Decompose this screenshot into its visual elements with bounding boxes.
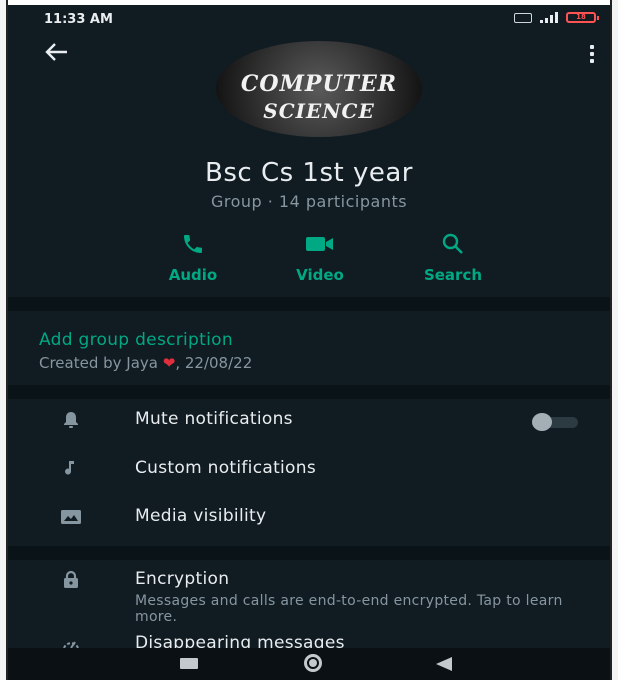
media-visibility-row[interactable]: Media visibility — [8, 500, 610, 540]
audio-label: Audio — [168, 266, 218, 284]
back-button[interactable] — [436, 657, 452, 671]
section-divider — [8, 546, 610, 560]
encryption-description: Messages and calls are end-to-end encryp… — [135, 593, 563, 625]
signal-icon — [540, 12, 558, 23]
search-icon — [398, 230, 508, 258]
recent-apps-button[interactable] — [180, 658, 198, 669]
video-call-button[interactable]: Video — [265, 230, 375, 284]
quick-actions: Audio Video Search — [8, 230, 610, 290]
back-arrow-icon[interactable] — [43, 41, 73, 65]
phone-icon — [138, 230, 248, 258]
search-button[interactable]: Search — [398, 230, 508, 284]
system-navigation-bar — [8, 648, 610, 680]
battery-icon: 18 — [566, 12, 599, 23]
image-icon — [60, 506, 82, 528]
encryption-label: Encryption — [135, 569, 230, 589]
created-by-text: Created by Jaya ❤, 22/08/22 — [39, 354, 252, 372]
battery-level: 18 — [576, 13, 586, 21]
screenshot-border-left — [0, 0, 8, 680]
section-divider — [8, 385, 610, 399]
group-info-screen: 11:33 AM 18 COMPUTER SCIENCE Bsc Cs 1st … — [8, 5, 610, 680]
created-date: , 22/08/22 — [175, 354, 253, 372]
mute-notifications-row[interactable]: Mute notifications — [8, 403, 610, 443]
screenshot-border-right — [610, 0, 618, 680]
status-bar: 11:33 AM 18 — [8, 5, 610, 33]
heart-icon: ❤ — [162, 354, 176, 372]
status-time: 11:33 AM — [44, 12, 113, 27]
media-visibility-label: Media visibility — [135, 506, 267, 526]
video-label: Video — [296, 266, 344, 284]
mute-notifications-label: Mute notifications — [135, 409, 293, 429]
status-icons: 18 — [514, 12, 599, 23]
video-camera-icon — [265, 230, 375, 258]
group-avatar[interactable]: COMPUTER SCIENCE — [216, 41, 422, 137]
home-button[interactable] — [304, 654, 322, 672]
group-participant-count[interactable]: Group · 14 participants — [8, 192, 610, 211]
sim-icon — [514, 12, 532, 23]
custom-notifications-row[interactable]: Custom notifications — [8, 452, 610, 492]
section-divider — [8, 297, 610, 311]
audio-call-button[interactable]: Audio — [138, 230, 248, 284]
search-label: Search — [423, 266, 483, 284]
avatar-text-line1: COMPUTER — [240, 71, 398, 97]
mute-notifications-toggle[interactable] — [532, 413, 582, 431]
group-name: Bsc Cs 1st year — [205, 158, 413, 188]
encryption-row[interactable]: Encryption Messages and calls are end-to… — [8, 563, 610, 625]
avatar-text-line2: SCIENCE — [263, 99, 375, 123]
lock-icon — [60, 569, 82, 591]
created-by-prefix: Created by Jaya — [39, 354, 163, 372]
music-note-icon — [60, 458, 82, 480]
add-group-description-link[interactable]: Add group description — [39, 330, 233, 350]
custom-notifications-label: Custom notifications — [135, 458, 316, 478]
more-options-icon[interactable] — [588, 45, 596, 65]
bell-icon — [60, 409, 82, 431]
